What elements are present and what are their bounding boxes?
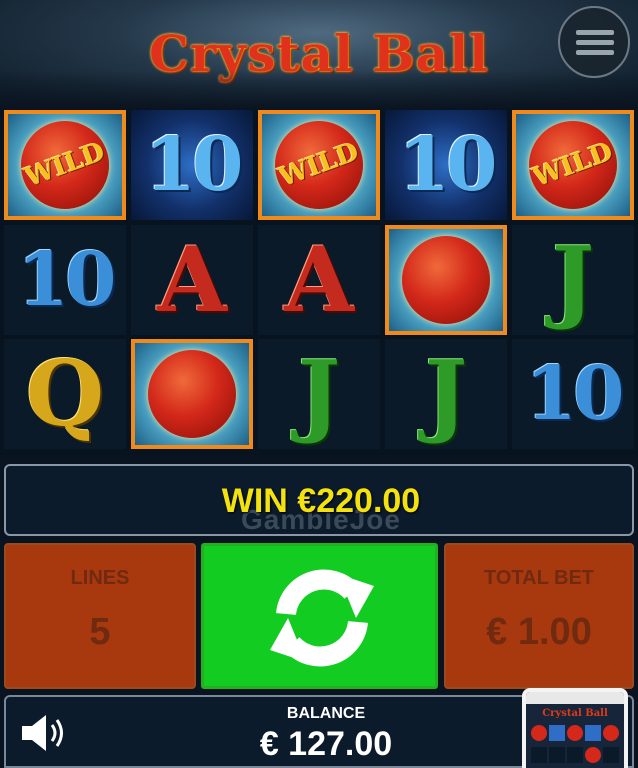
reel-cell: 10 [4,225,126,335]
thumbnail-ten-icon [585,725,601,741]
wild-label: WILD [275,136,363,194]
reel-cell: 10 [131,110,253,220]
header-background-trees [0,70,638,110]
symbol-jack: J [424,341,468,447]
reel-cell: J [258,339,380,449]
symbol-jack: J [297,341,341,447]
total-bet-selector[interactable]: TOTAL BET € 1.00 [444,543,634,689]
reel-cell: WILD [258,110,380,220]
reel-grid: WILD 10 WILD 10 WILD 10 A A J Q J J 10 [0,110,638,455]
crystal-ball-icon [148,350,236,438]
thumbnail-jack-icon [603,747,619,763]
thumbnail-title: Crystal Ball [542,708,608,719]
wild-label: WILD [529,136,617,194]
reel-cell: J [385,339,507,449]
menu-button[interactable] [558,6,630,78]
wild-crystal-ball-icon: WILD [275,121,363,209]
symbol-ten: 10 [144,122,244,208]
phone-thumbnail-overlay: Crystal Ball [522,688,628,768]
wild-crystal-ball-icon: WILD [529,121,617,209]
game-header: Crystal Ball [0,0,638,110]
symbol-ace: A [157,227,227,333]
win-display: GambleJoe WIN €220.00 [4,464,634,536]
reel-cell: WILD [4,110,126,220]
hamburger-menu-icon [576,30,614,35]
spin-button[interactable] [201,543,438,689]
symbol-queen: Q [25,341,105,447]
reel-cell: A [131,225,253,335]
wild-crystal-ball-icon: WILD [21,121,109,209]
symbol-ten: 10 [398,122,498,208]
reel-cell [131,339,253,449]
crystal-ball-icon [402,236,490,324]
symbol-jack: J [551,227,595,333]
reel-cell: 10 [385,110,507,220]
thumbnail-ball-icon [585,747,601,763]
symbol-ace: A [284,227,354,333]
thumbnail-reel-row [526,747,624,763]
total-bet-label: TOTAL BET [484,567,594,589]
wild-label: WILD [21,136,109,194]
reel-cell: WILD [512,110,634,220]
reel-cell: Q [4,339,126,449]
reel-cell: J [512,225,634,335]
symbol-ten: 10 [525,351,625,437]
thumbnail-ball-icon [531,725,547,741]
lines-value: 5 [89,611,111,653]
refresh-arrows-icon [270,569,374,667]
thumbnail-reel-row [526,725,624,741]
lines-selector[interactable]: LINES 5 [4,543,196,689]
win-amount: WIN €220.00 [221,482,421,520]
thumbnail-ace-icon [567,747,583,763]
reel-cell [385,225,507,335]
reel-cell: 10 [512,339,634,449]
symbol-ten: 10 [17,237,117,323]
thumbnail-ball-icon [603,725,619,741]
total-bet-value: € 1.00 [486,611,592,653]
reel-cell: A [258,225,380,335]
thumbnail-status-bar [526,692,624,704]
thumbnail-ace-icon [549,747,565,763]
lines-label: LINES [70,567,130,589]
thumbnail-ball-icon [567,725,583,741]
thumbnail-ten-icon [549,725,565,741]
thumbnail-ten-icon [531,747,547,763]
